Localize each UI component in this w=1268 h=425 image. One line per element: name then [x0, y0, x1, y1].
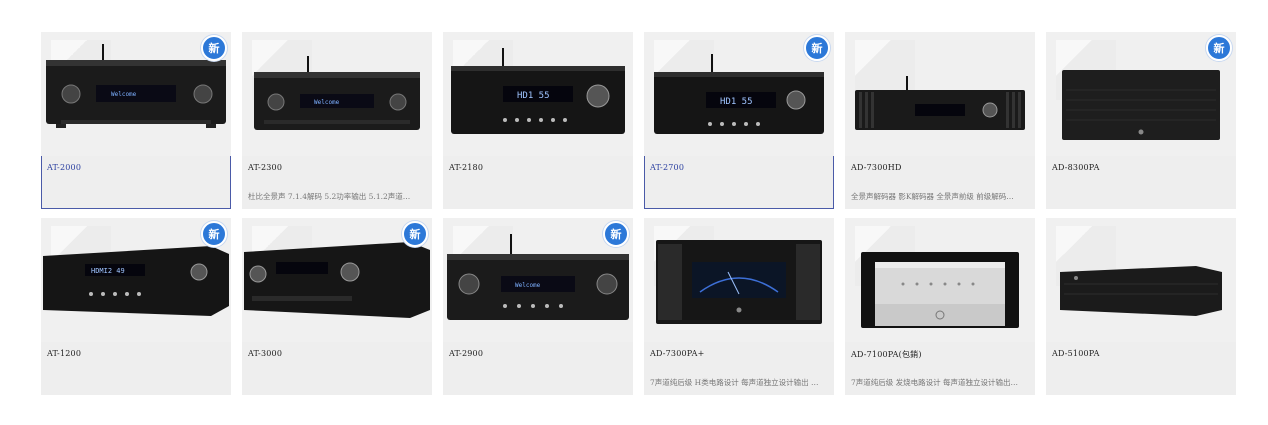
- product-description: 7声道纯后级 发烧电路设计 每声道独立设计输出…: [851, 378, 1019, 387]
- product-image[interactable]: HD1 55: [443, 32, 633, 156]
- product-title[interactable]: AT-3000: [248, 349, 282, 358]
- product-card-at-2180[interactable]: HD1 55 AT-2180: [443, 32, 633, 209]
- product-image[interactable]: [845, 218, 1035, 342]
- new-badge: 新: [402, 221, 428, 247]
- new-badge: 新: [201, 35, 227, 61]
- product-title[interactable]: AD-7300HD: [851, 163, 902, 172]
- product-card-at-2000[interactable]: Welcome 新 AT-2000: [41, 32, 231, 209]
- product-card-at-2900[interactable]: Welcome 新 AT-2900: [443, 218, 633, 395]
- product-description: 全景声解码器 影K解码器 全景声前级 前级解码…: [851, 192, 1014, 201]
- svg-text:HD1 55: HD1 55: [517, 91, 550, 101]
- new-badge: 新: [804, 35, 830, 61]
- product-image[interactable]: [644, 218, 834, 342]
- product-card-at-2300[interactable]: Welcome AT-2300 杜比全景声 7.1.4解码 5.2功率输出 5.…: [242, 32, 432, 209]
- product-title[interactable]: AD-7300PA+: [650, 349, 705, 358]
- product-description: 7声道纯后级 H类电路设计 每声道独立设计输出 …: [650, 378, 819, 387]
- product-title[interactable]: AD-7100PA(包銷): [851, 349, 922, 360]
- svg-text:Welcome: Welcome: [515, 282, 541, 289]
- product-card-at-3000[interactable]: 新 AT-3000: [242, 218, 432, 395]
- product-title[interactable]: AT-2180: [449, 163, 483, 172]
- new-badge: 新: [603, 221, 629, 247]
- svg-text:Welcome: Welcome: [111, 91, 137, 98]
- product-card-ad-7300hd[interactable]: AD-7300HD 全景声解码器 影K解码器 全景声前级 前级解码…: [845, 32, 1035, 209]
- product-card-at-2700[interactable]: HD1 55 新 AT-2700: [644, 32, 834, 209]
- product-title[interactable]: AD-5100PA: [1052, 349, 1100, 358]
- product-card-ad-5100pa[interactable]: AD-5100PA: [1046, 218, 1236, 395]
- product-card-ad-8300pa[interactable]: 新 AD-8300PA: [1046, 32, 1236, 209]
- product-card-ad-7300pa-plus[interactable]: AD-7300PA+ 7声道纯后级 H类电路设计 每声道独立设计输出 …: [644, 218, 834, 395]
- product-image[interactable]: Welcome: [242, 32, 432, 156]
- product-description: 杜比全景声 7.1.4解码 5.2功率输出 5.1.2声道…: [248, 192, 411, 201]
- product-title[interactable]: AD-8300PA: [1052, 163, 1100, 172]
- product-image[interactable]: [845, 32, 1035, 156]
- new-badge: 新: [201, 221, 227, 247]
- new-badge: 新: [1206, 35, 1232, 61]
- product-title[interactable]: AT-2000: [47, 163, 81, 172]
- svg-text:HD1 55: HD1 55: [720, 97, 753, 107]
- product-title[interactable]: AT-2700: [650, 163, 684, 172]
- svg-text:HDMI2 49: HDMI2 49: [91, 267, 125, 275]
- svg-text:Welcome: Welcome: [314, 99, 340, 106]
- product-image[interactable]: [1046, 218, 1236, 342]
- product-card-at-1200[interactable]: HDMI2 49 新 AT-1200: [41, 218, 231, 395]
- product-title[interactable]: AT-2300: [248, 163, 282, 172]
- product-title[interactable]: AT-1200: [47, 349, 81, 358]
- product-card-ad-7100pa[interactable]: AD-7100PA(包銷) 7声道纯后级 发烧电路设计 每声道独立设计输出…: [845, 218, 1035, 395]
- product-title[interactable]: AT-2900: [449, 349, 483, 358]
